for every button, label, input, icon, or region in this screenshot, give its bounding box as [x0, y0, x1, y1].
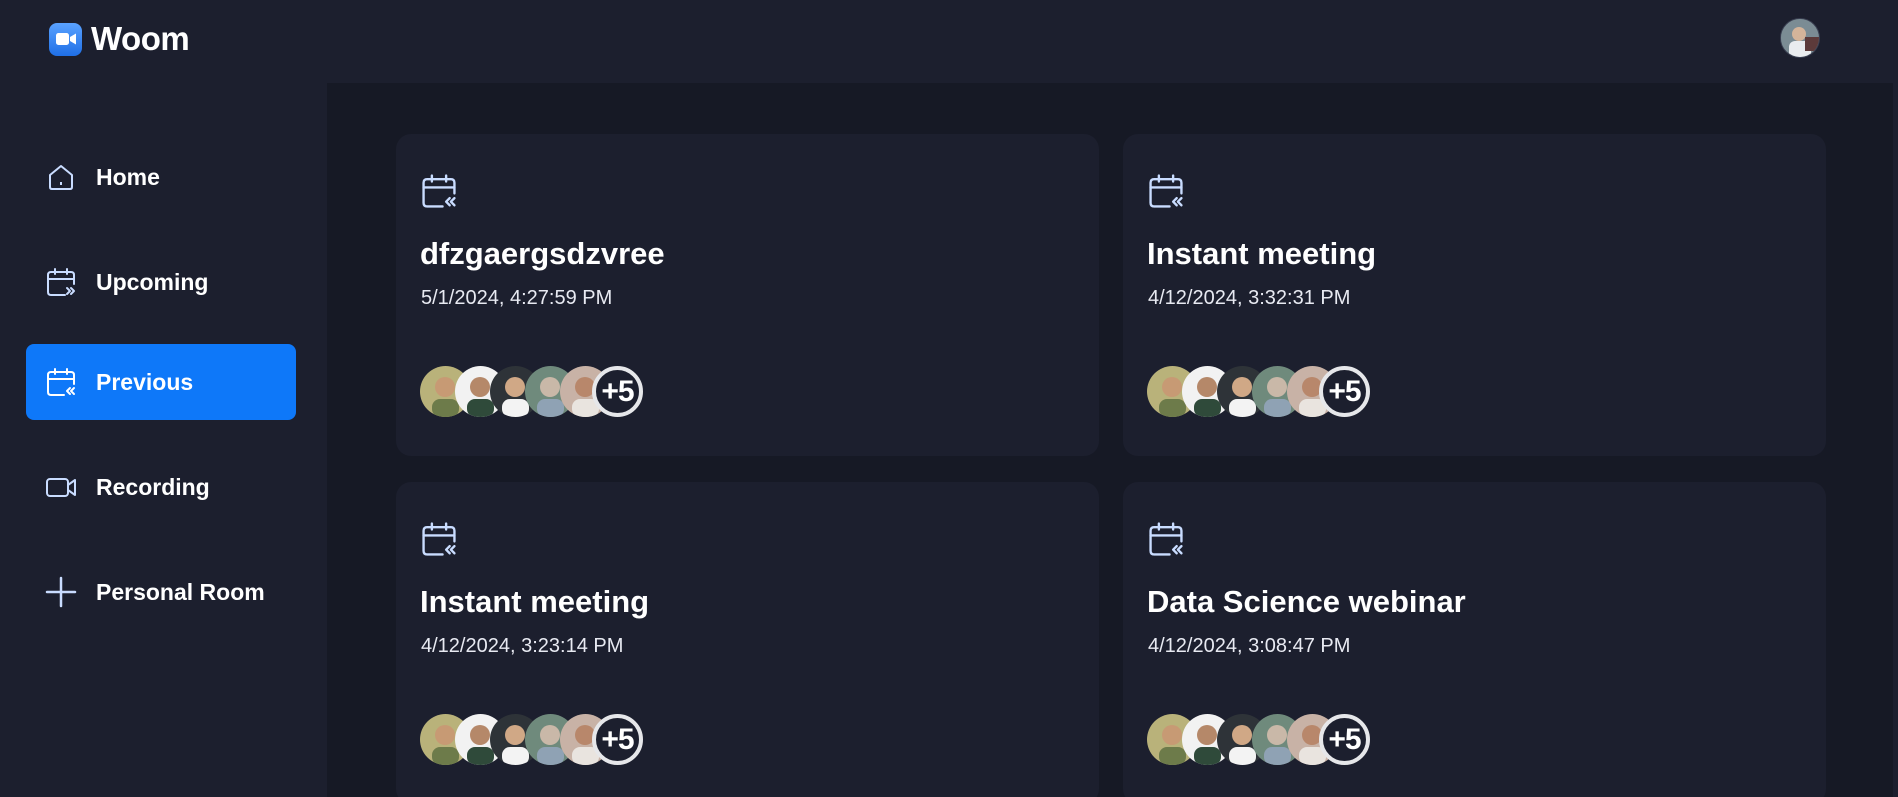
participant-avatars: +5 — [1147, 366, 1387, 418]
user-avatar-button[interactable] — [1780, 18, 1820, 58]
meeting-card[interactable]: Instant meeting 4/12/2024, 3:32:31 PM +5 — [1123, 134, 1826, 456]
sidebar-item-recording[interactable]: Recording — [26, 449, 296, 525]
calendar-back-icon — [45, 366, 77, 398]
participant-avatars: +5 — [420, 366, 660, 418]
meeting-title: Instant meeting — [420, 584, 650, 619]
meeting-date: 4/12/2024, 3:32:31 PM — [1148, 287, 1351, 309]
scrollbar[interactable] — [1893, 83, 1898, 797]
calendar-back-icon — [1147, 520, 1185, 558]
meeting-card[interactable]: Instant meeting 4/12/2024, 3:23:14 PM +5 — [396, 482, 1099, 797]
more-participants-badge: +5 — [1319, 366, 1370, 417]
meeting-date: 5/1/2024, 4:27:59 PM — [421, 287, 613, 309]
brand-logo-link[interactable]: Woom — [49, 20, 190, 58]
meeting-date: 4/12/2024, 3:08:47 PM — [1148, 635, 1351, 657]
sidebar-item-home[interactable]: Home — [26, 139, 296, 215]
app-name: Woom — [91, 20, 190, 57]
sidebar-item-label: Personal Room — [96, 578, 265, 605]
plus-icon — [45, 576, 77, 608]
calendar-forward-icon — [45, 266, 77, 298]
calendar-back-icon — [420, 520, 458, 558]
sidebar-item-label: Recording — [96, 473, 210, 500]
meeting-title: dfzgaergsdzvree — [420, 236, 665, 271]
meeting-title: Data Science webinar — [1147, 584, 1466, 619]
meeting-card[interactable]: Data Science webinar 4/12/2024, 3:08:47 … — [1123, 482, 1826, 797]
sidebar-item-upcoming[interactable]: Upcoming — [26, 244, 296, 320]
meeting-date: 4/12/2024, 3:23:14 PM — [421, 635, 624, 657]
calendar-back-icon — [420, 172, 458, 210]
video-icon — [45, 471, 77, 503]
more-participants-badge: +5 — [592, 366, 643, 417]
meeting-card[interactable]: dfzgaergsdzvree 5/1/2024, 4:27:59 PM +5 — [396, 134, 1099, 456]
calendar-back-icon — [1147, 172, 1185, 210]
participant-avatars: +5 — [1147, 714, 1387, 766]
sidebar-item-label: Upcoming — [96, 268, 209, 295]
sidebar-item-label: Previous — [96, 368, 194, 395]
participant-avatars: +5 — [420, 714, 660, 766]
video-camera-logo-icon — [49, 22, 82, 56]
sidebar-item-personal-room[interactable]: Personal Room — [26, 554, 296, 630]
sidebar-item-previous[interactable]: Previous — [26, 344, 296, 420]
more-participants-badge: +5 — [592, 714, 643, 765]
sidebar: Home Upcoming Previous Recording Persona… — [0, 83, 327, 797]
meeting-title: Instant meeting — [1147, 236, 1377, 271]
sidebar-item-label: Home — [96, 163, 160, 190]
top-bar: Woom — [0, 0, 1898, 83]
home-icon — [45, 161, 77, 193]
more-participants-badge: +5 — [1319, 714, 1370, 765]
